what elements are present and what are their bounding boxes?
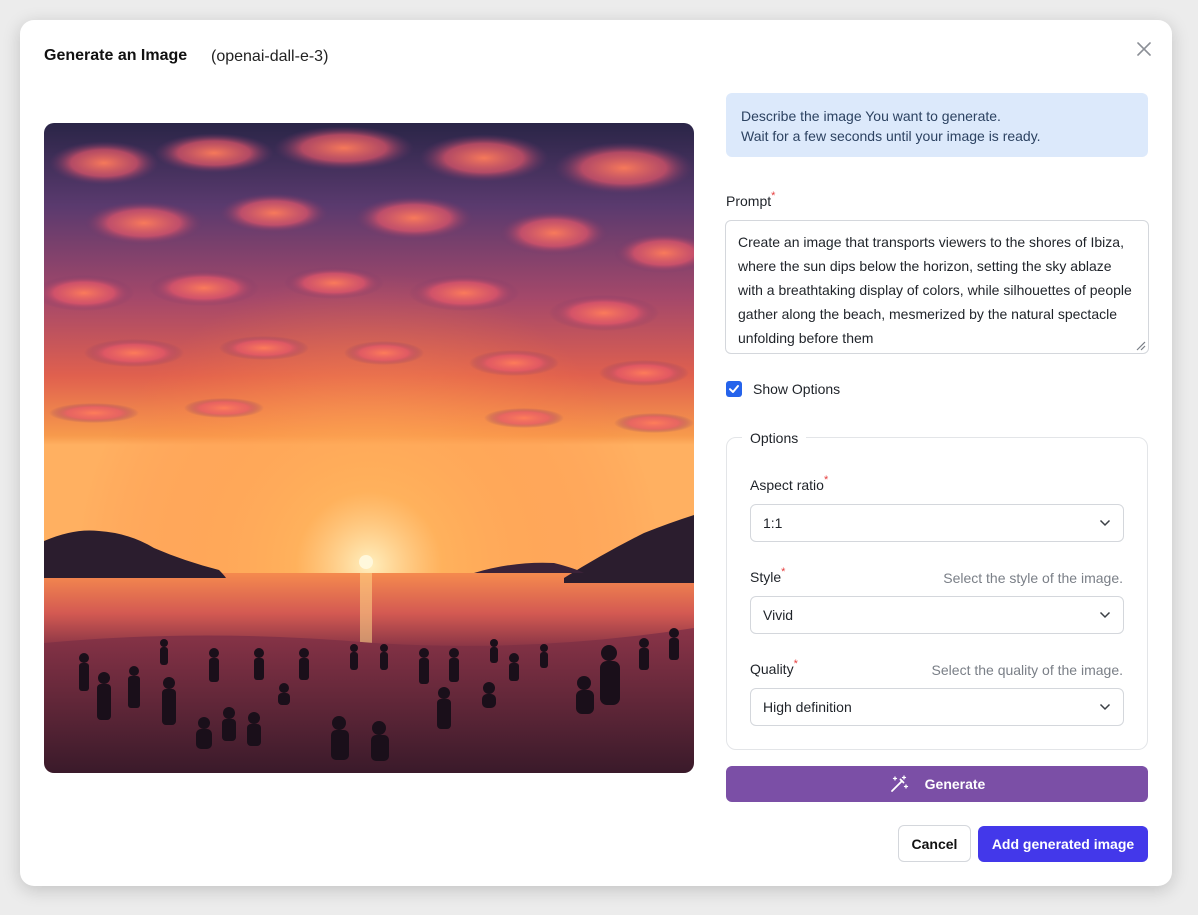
show-options-label[interactable]: Show Options	[753, 381, 840, 397]
generate-image-dialog: Generate an Image (openai-dall-e-3) Desc…	[20, 20, 1172, 886]
generate-button[interactable]: Generate	[726, 766, 1148, 802]
info-box: Describe the image You want to generate.…	[726, 93, 1148, 157]
add-generated-image-button[interactable]: Add generated image	[978, 826, 1148, 862]
quality-label: Quality*	[750, 658, 798, 677]
show-options-checkbox[interactable]	[726, 381, 742, 397]
required-mark: *	[781, 566, 786, 578]
quality-hint: Select the quality of the image.	[931, 662, 1123, 678]
generated-image	[44, 123, 694, 773]
style-select[interactable]: Vivid	[750, 596, 1124, 634]
style-value: Vivid	[763, 607, 794, 623]
checkmark-icon	[729, 385, 739, 393]
aspect-ratio-value: 1:1	[763, 515, 783, 531]
prompt-textarea[interactable]: Create an image that transports viewers …	[725, 220, 1149, 354]
prompt-label-text: Prompt	[726, 193, 772, 209]
options-legend: Options	[742, 430, 807, 446]
dialog-title: Generate an Image	[44, 47, 188, 64]
chevron-down-icon	[1099, 519, 1111, 527]
prompt-text: Create an image that transports viewers …	[738, 234, 1132, 346]
resize-handle-icon[interactable]	[1134, 339, 1146, 351]
style-hint: Select the style of the image.	[943, 570, 1123, 586]
aspect-ratio-label: Aspect ratio*	[750, 474, 829, 493]
quality-value: High definition	[763, 699, 852, 715]
chevron-down-icon	[1099, 611, 1111, 619]
model-name: (openai-dall-e-3)	[211, 48, 329, 65]
generate-label: Generate	[924, 776, 986, 792]
style-label-text: Style	[750, 569, 782, 585]
aspect-ratio-label-text: Aspect ratio	[750, 477, 824, 493]
style-label: Style*	[750, 566, 786, 585]
aspect-ratio-select[interactable]: 1:1	[750, 504, 1124, 542]
close-icon[interactable]	[1134, 39, 1154, 59]
info-line-1: Describe the image You want to generate.	[741, 108, 1001, 124]
chevron-down-icon	[1099, 703, 1111, 711]
required-mark: *	[793, 658, 798, 670]
prompt-label: Prompt*	[726, 190, 776, 209]
quality-select[interactable]: High definition	[750, 688, 1124, 726]
required-mark: *	[823, 474, 829, 486]
cancel-button[interactable]: Cancel	[898, 825, 971, 862]
quality-label-text: Quality	[750, 661, 794, 677]
magic-wand-icon	[890, 775, 908, 792]
info-line-2: Wait for a few seconds until your image …	[741, 128, 1041, 144]
required-mark: *	[771, 190, 776, 202]
